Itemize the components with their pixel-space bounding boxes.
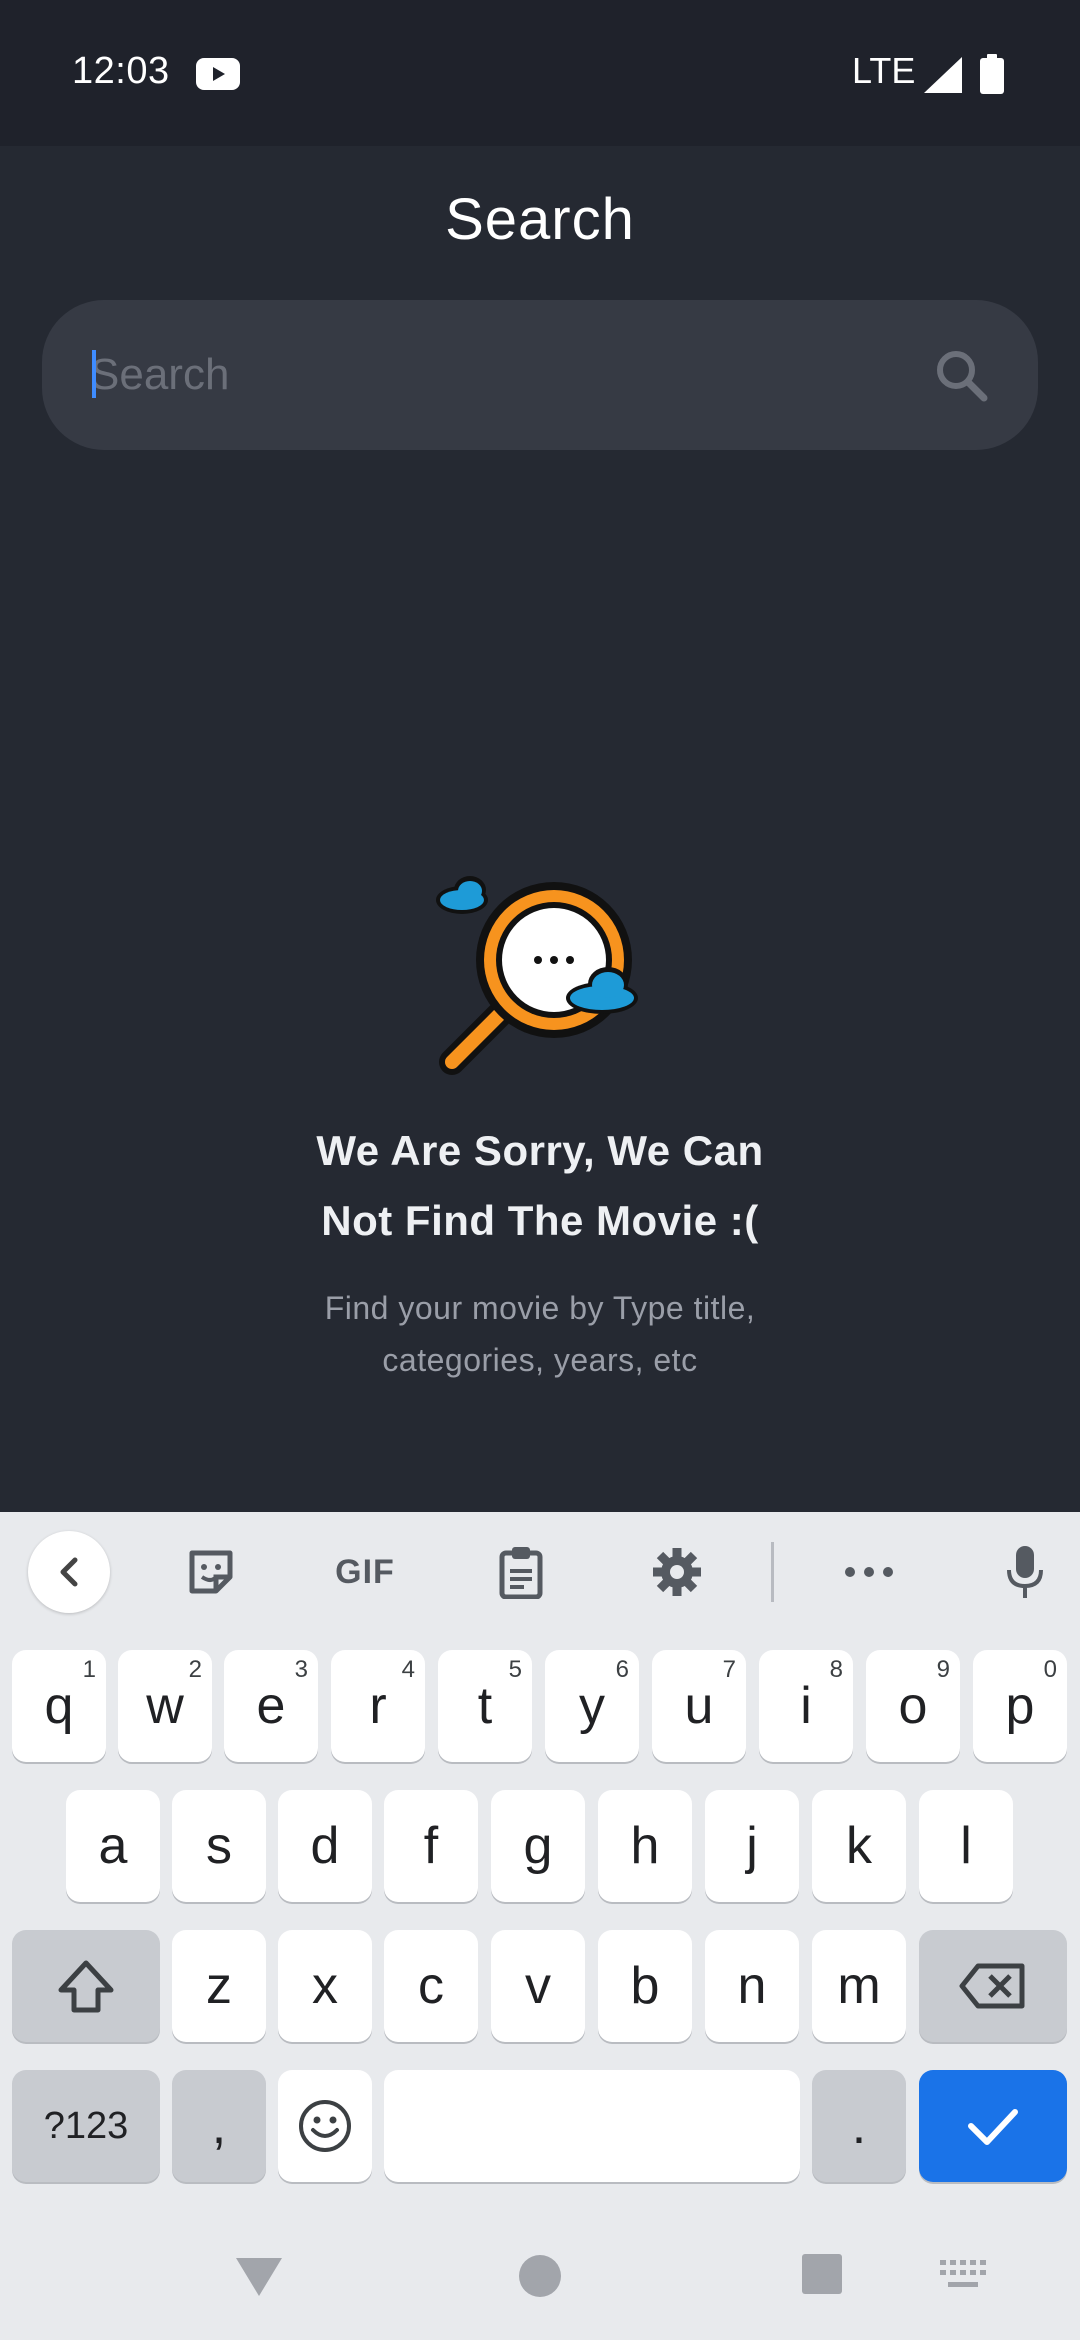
empty-state-subtitle: Find your movie by Type title, categorie… — [240, 1282, 840, 1386]
key-o[interactable]: o9 — [866, 1650, 960, 1762]
key-s[interactable]: s — [172, 1790, 266, 1902]
backspace-icon — [959, 1963, 1025, 2009]
key-h[interactable]: h — [598, 1790, 692, 1902]
more-icon[interactable] — [834, 1532, 904, 1612]
nav-home-icon[interactable] — [518, 2254, 562, 2303]
shift-icon — [58, 1960, 114, 2013]
enter-key[interactable] — [919, 2070, 1067, 2182]
search-bar[interactable] — [42, 300, 1038, 450]
key-a[interactable]: a — [66, 1790, 160, 1902]
gear-icon[interactable] — [642, 1532, 712, 1612]
backspace-key[interactable] — [919, 1930, 1067, 2042]
nav-back-icon[interactable] — [234, 2254, 284, 2303]
key-e[interactable]: e3 — [224, 1650, 318, 1762]
network-type: LTE — [852, 50, 916, 91]
magnifier-illustration-icon — [432, 860, 652, 1085]
key-l[interactable]: l — [919, 1790, 1013, 1902]
key-q[interactable]: q1 — [12, 1650, 106, 1762]
empty-subtitle-line-2: categories, years, etc — [382, 1342, 698, 1378]
gif-button[interactable]: GIF — [320, 1532, 410, 1612]
page-title: Search — [445, 187, 635, 252]
status-bar: 12:03 LTE — [0, 0, 1080, 146]
period-key[interactable]: . — [812, 2070, 906, 2182]
key-r[interactable]: r4 — [331, 1650, 425, 1762]
shift-key[interactable] — [12, 1930, 160, 2042]
key-n[interactable]: n — [705, 1930, 799, 2042]
toolbar-divider — [771, 1542, 774, 1602]
clipboard-icon[interactable] — [486, 1532, 556, 1612]
search-input[interactable] — [90, 330, 890, 420]
keyboard-toolbar: GIF — [0, 1512, 1080, 1632]
space-key[interactable] — [384, 2070, 800, 2182]
microphone-icon[interactable] — [990, 1532, 1060, 1612]
key-d[interactable]: d — [278, 1790, 372, 1902]
sticker-icon[interactable] — [176, 1532, 246, 1612]
empty-state-title: We Are Sorry, We Can Not Find The Movie … — [190, 1116, 890, 1256]
key-v[interactable]: v — [491, 1930, 585, 2042]
empty-subtitle-line-1: Find your movie by Type title, — [324, 1290, 756, 1326]
comma-key[interactable]: , — [172, 2070, 266, 2182]
check-icon — [968, 2109, 1018, 2145]
battery-icon — [980, 54, 1004, 99]
signal-icon — [924, 57, 962, 98]
symbols-key[interactable]: ?123 — [12, 2070, 160, 2182]
key-i[interactable]: i8 — [759, 1650, 853, 1762]
emoji-key[interactable] — [278, 2070, 372, 2182]
key-y[interactable]: y6 — [545, 1650, 639, 1762]
key-b[interactable]: b — [598, 1930, 692, 2042]
status-time: 12:03 — [72, 50, 170, 92]
key-p[interactable]: p0 — [973, 1650, 1067, 1762]
key-w[interactable]: w2 — [118, 1650, 212, 1762]
text-cursor — [92, 350, 96, 398]
empty-title-line-2: Not Find The Movie :( — [321, 1197, 759, 1244]
nav-recents-icon[interactable] — [800, 2252, 844, 2301]
search-icon[interactable] — [932, 346, 992, 411]
gif-label: GIF — [335, 1552, 395, 1591]
on-screen-keyboard: GIF q1 w2 e3 r4 t5 y6 u7 i8 o9 p0 a s d … — [0, 1512, 1080, 2340]
key-t[interactable]: t5 — [438, 1650, 532, 1762]
search-screen: Search Search We Are Sorry, We Can Not F… — [0, 146, 1080, 1512]
key-g[interactable]: g — [491, 1790, 585, 1902]
key-x[interactable]: x — [278, 1930, 372, 2042]
key-j[interactable]: j — [705, 1790, 799, 1902]
key-c[interactable]: c — [384, 1930, 478, 2042]
emoji-icon — [299, 2100, 351, 2152]
key-u[interactable]: u7 — [652, 1650, 746, 1762]
key-z[interactable]: z — [172, 1930, 266, 2042]
key-f[interactable]: f — [384, 1790, 478, 1902]
empty-title-line-1: We Are Sorry, We Can — [316, 1127, 764, 1174]
keyboard-switch-icon[interactable] — [940, 2260, 986, 2295]
youtube-icon — [196, 58, 240, 95]
key-k[interactable]: k — [812, 1790, 906, 1902]
key-m[interactable]: m — [812, 1930, 906, 2042]
chevron-left-icon[interactable] — [28, 1531, 110, 1613]
